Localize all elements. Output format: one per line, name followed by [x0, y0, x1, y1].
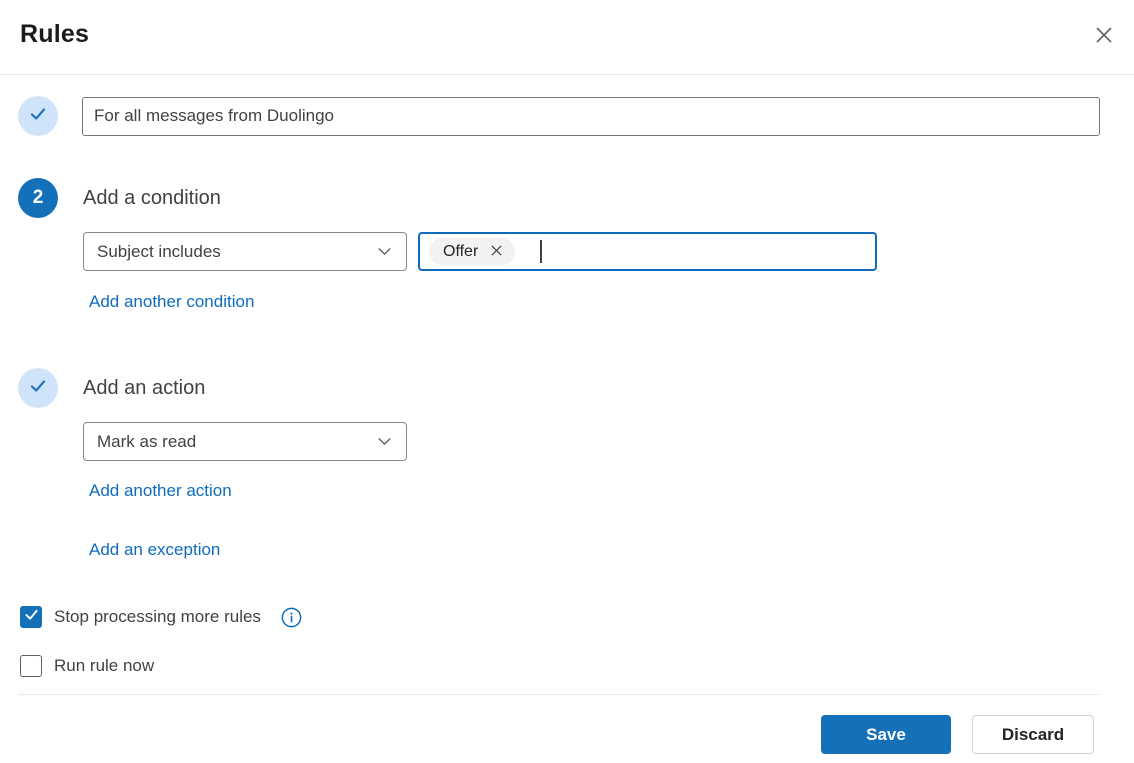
step-complete-badge [18, 96, 58, 136]
dialog-header: Rules [0, 0, 1134, 75]
stop-processing-label: Stop processing more rules [54, 607, 261, 626]
stop-processing-option: Stop processing more rules [20, 606, 1100, 628]
info-icon[interactable] [281, 607, 302, 628]
step-2-badge: 2 [18, 178, 58, 218]
run-rule-now-checkbox[interactable] [20, 655, 42, 677]
condition-controls: Subject includes Offer [83, 232, 1100, 271]
chevron-down-icon [376, 243, 393, 260]
condition-step-header: 2 Add a condition [18, 178, 1100, 218]
rules-dialog: Rules 2 Add a condition Subject includes [0, 0, 1134, 754]
action-type-dropdown[interactable]: Mark as read [83, 422, 407, 461]
add-an-exception-link[interactable]: Add an exception [89, 540, 220, 560]
checkmark-icon [27, 375, 49, 402]
condition-heading: Add a condition [83, 186, 221, 209]
run-rule-now-option: Run rule now [20, 655, 1100, 677]
action-step-header: Add an action [18, 368, 1100, 408]
stop-processing-checkbox[interactable] [20, 606, 42, 628]
condition-value-input[interactable]: Offer [418, 232, 877, 271]
page-title: Rules [20, 20, 90, 48]
condition-type-value: Subject includes [97, 241, 221, 261]
discard-button[interactable]: Discard [972, 715, 1094, 754]
action-complete-badge [18, 368, 58, 408]
add-another-action-link[interactable]: Add another action [89, 481, 232, 501]
save-button[interactable]: Save [821, 715, 951, 754]
checkbox-check-icon [24, 607, 39, 627]
action-type-value: Mark as read [97, 431, 197, 451]
close-button[interactable] [1088, 20, 1120, 52]
dialog-body: 2 Add a condition Subject includes Offer [0, 96, 1134, 754]
checkmark-icon [27, 103, 49, 130]
rule-name-input[interactable] [82, 96, 1100, 136]
tag-dismiss-button[interactable] [490, 244, 503, 260]
tag-label: Offer [443, 242, 479, 260]
text-caret [540, 240, 543, 263]
action-heading: Add an action [83, 376, 206, 399]
action-controls: Mark as read [83, 422, 1100, 461]
add-another-condition-link[interactable]: Add another condition [89, 292, 254, 312]
tag-dismiss-icon [490, 244, 503, 260]
tag-offer: Offer [429, 238, 516, 265]
checkbox-check-icon [24, 656, 39, 676]
close-icon [1092, 23, 1116, 50]
chevron-down-icon [376, 433, 393, 450]
dialog-footer: Save Discard [18, 695, 1100, 754]
rule-name-row [18, 96, 1100, 136]
run-rule-now-label: Run rule now [54, 656, 155, 675]
condition-type-dropdown[interactable]: Subject includes [83, 232, 407, 271]
